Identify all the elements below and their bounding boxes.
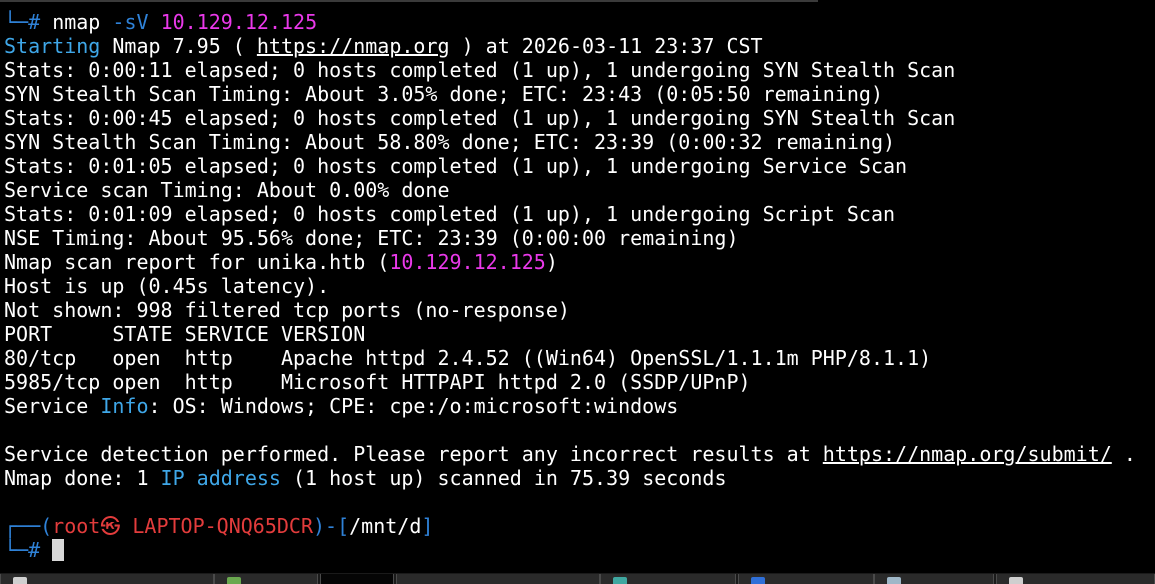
nmap-link[interactable]: https://nmap.org bbox=[257, 34, 450, 58]
app-icon bbox=[613, 577, 627, 584]
stats-line-8: NSE Timing: About 95.56% done; ETC: 23:3… bbox=[4, 226, 739, 250]
report-suffix: ) bbox=[545, 250, 558, 274]
start-rest: ) at 2026-03-11 23:37 CST bbox=[449, 34, 763, 58]
prompt-close: ] bbox=[421, 514, 434, 538]
taskbar-item-2[interactable] bbox=[214, 574, 318, 584]
stats-line-4: SYN Stealth Scan Timing: About 58.80% do… bbox=[4, 130, 896, 154]
prompt-bottom-corner: └─ bbox=[4, 538, 29, 562]
detection-end: . bbox=[1111, 442, 1136, 466]
app-icon bbox=[751, 577, 765, 584]
port-row: 80/tcp open http Apache httpd 2.4.52 ((W… bbox=[4, 346, 932, 370]
prompt-path: /mnt/d bbox=[349, 514, 422, 538]
window-icon bbox=[1009, 577, 1023, 584]
start-line: Starting Nmap 7.95 ( https://nmap.org ) … bbox=[4, 34, 1136, 58]
command-name: nmap bbox=[52, 10, 101, 34]
top-divider bbox=[0, 0, 818, 2]
shell-prompt-top: ┌──(root㉿ LAPTOP-QNQ65DCR)-[/mnt/d] bbox=[4, 514, 1136, 538]
prompt-top-corner: ┌──( bbox=[4, 514, 53, 538]
stats-line-3: Stats: 0:00:45 elapsed; 0 hosts complete… bbox=[4, 106, 956, 130]
service-info-prefix: Service bbox=[4, 394, 101, 418]
report-prefix: Nmap scan report for unika.htb ( bbox=[4, 250, 390, 274]
prompt-bottom-hash: # bbox=[28, 538, 41, 562]
service-info-line: Service Info: OS: Windows; CPE: cpe:/o:m… bbox=[4, 394, 1136, 418]
shell-prompt-bottom[interactable]: └─# bbox=[4, 538, 1136, 562]
scan-report-line: Nmap scan report for unika.htb (10.129.1… bbox=[4, 250, 1136, 274]
command-target-ip: 10.129.12.125 bbox=[160, 10, 318, 34]
text-cursor[interactable] bbox=[52, 539, 65, 561]
command-flag: -sV bbox=[112, 10, 149, 34]
stats-line-2: SYN Stealth Scan Timing: About 3.05% don… bbox=[4, 82, 883, 106]
port-table-header: PORT STATE SERVICE VERSION bbox=[4, 322, 366, 346]
stats-line-6: Service scan Timing: About 0.00% done bbox=[4, 178, 450, 202]
start-label: Starting bbox=[4, 34, 101, 58]
prompt-host: LAPTOP-QNQ65DCR bbox=[120, 514, 313, 538]
command-line: └─# nmap -sV 10.129.12.125 bbox=[4, 10, 1136, 34]
prompt-corner: └─ bbox=[4, 10, 29, 34]
service-info-label: Info bbox=[100, 394, 149, 418]
taskbar-item-8[interactable] bbox=[996, 574, 1155, 584]
taskbar-item-5[interactable] bbox=[600, 574, 736, 584]
done-label: IP address bbox=[160, 466, 281, 490]
submit-link[interactable]: https://nmap.org/submit/ bbox=[823, 442, 1112, 466]
terminal-output: └─# nmap -sV 10.129.12.125 Starting Nmap… bbox=[4, 10, 1136, 562]
app-icon bbox=[227, 577, 241, 584]
terminal-window[interactable]: └─# nmap -sV 10.129.12.125 Starting Nmap… bbox=[0, 0, 1155, 584]
stats-line-7: Stats: 0:01:09 elapsed; 0 hosts complete… bbox=[4, 202, 896, 226]
done-rest: (1 host up) scanned in 75.39 seconds bbox=[280, 466, 727, 490]
port-row: 5985/tcp open http Microsoft HTTPAPI htt… bbox=[4, 370, 751, 394]
prompt-at-symbol: ㉿ bbox=[100, 514, 121, 538]
taskbar bbox=[0, 573, 1155, 584]
taskbar-item-7[interactable] bbox=[874, 574, 994, 584]
detection-line: Service detection performed. Please repo… bbox=[4, 442, 1136, 466]
prompt-user: root bbox=[52, 514, 101, 538]
taskbar-item-4[interactable] bbox=[396, 574, 600, 584]
window-icon bbox=[13, 577, 27, 584]
start-text: Nmap 7.95 ( bbox=[100, 34, 257, 58]
stats-line-1: Stats: 0:00:11 elapsed; 0 hosts complete… bbox=[4, 58, 956, 82]
stats-line-5: Stats: 0:01:05 elapsed; 0 hosts complete… bbox=[4, 154, 908, 178]
prompt-mid: )-[ bbox=[313, 514, 350, 538]
done-prefix: Nmap done: 1 bbox=[4, 466, 161, 490]
taskbar-item-1[interactable] bbox=[0, 574, 214, 584]
not-shown-line: Not shown: 998 filtered tcp ports (no-re… bbox=[4, 298, 570, 322]
taskbar-item-6[interactable] bbox=[738, 574, 874, 584]
report-ip: 10.129.12.125 bbox=[389, 250, 546, 274]
detection-text: Service detection performed. Please repo… bbox=[4, 442, 823, 466]
prompt-hash: # bbox=[28, 10, 41, 34]
service-info-rest: : OS: Windows; CPE: cpe:/o:microsoft:win… bbox=[148, 394, 679, 418]
taskbar-item-3[interactable] bbox=[320, 574, 394, 584]
host-up-line: Host is up (0.45s latency). bbox=[4, 274, 330, 298]
nmap-done-line: Nmap done: 1 IP address (1 host up) scan… bbox=[4, 466, 1136, 490]
app-icon bbox=[887, 577, 901, 584]
